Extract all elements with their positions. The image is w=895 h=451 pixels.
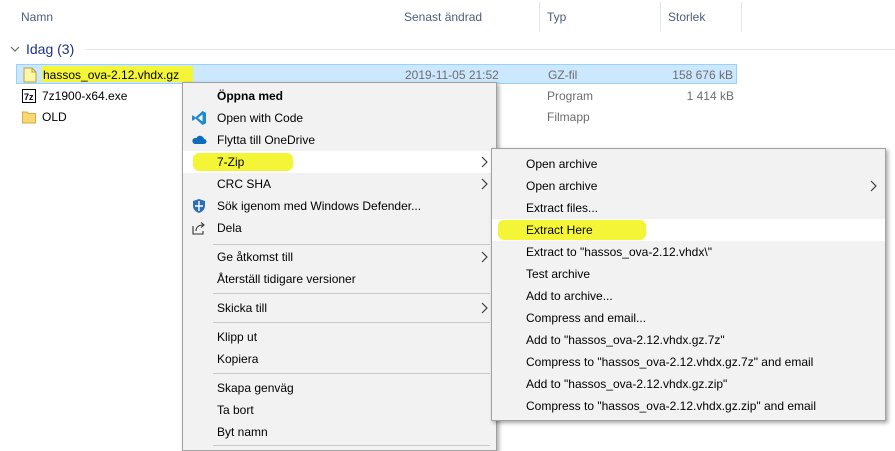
menu-item-label: Kopiera	[217, 352, 259, 366]
submenu-item-add-to-zip[interactable]: Add to "hassos_ova-2.12.vhdx.gz.zip"	[492, 373, 885, 395]
menu-item-7zip[interactable]: 7-Zip	[183, 151, 496, 173]
menu-item-label: Extract to "hassos_ova-2.12.vhdx\"	[526, 245, 712, 259]
menu-separator	[213, 373, 490, 374]
group-header-today[interactable]: Idag (3)	[8, 40, 74, 58]
column-date-modified[interactable]: Senast ändrad	[404, 10, 482, 24]
menu-item-label: Byt namn	[217, 425, 268, 439]
column-header: Namn Senast ändrad Typ Storlek	[0, 0, 895, 34]
submenu-item-extract-files[interactable]: Extract files...	[492, 197, 885, 219]
menu-item-label: Sök igenom med Windows Defender...	[217, 199, 422, 213]
file-size: 1 414 kB	[686, 89, 734, 103]
menu-item-label: Flytta till OneDrive	[217, 133, 316, 147]
menu-separator	[213, 445, 490, 446]
submenu-item-compress-7z-email[interactable]: Compress to "hassos_ova-2.12.vhdx.gz.7z"…	[492, 351, 885, 373]
menu-item-open-with-code[interactable]: Open with Code	[183, 107, 496, 129]
menu-item-label: Add to archive...	[526, 289, 613, 303]
menu-item-label: 7-Zip	[217, 155, 245, 169]
menu-item-rename[interactable]: Byt namn	[183, 421, 496, 443]
onedrive-cloud-icon	[192, 135, 207, 144]
folder-icon	[22, 111, 36, 124]
menu-item-label: Skapa genväg	[217, 381, 294, 395]
file-type: Program	[547, 89, 594, 103]
group-divider	[85, 49, 895, 50]
gz-file-icon	[23, 67, 37, 83]
share-icon	[192, 222, 205, 235]
menu-separator	[213, 322, 490, 323]
submenu-item-compress-and-email[interactable]: Compress and email...	[492, 307, 885, 329]
menu-item-create-shortcut[interactable]: Skapa genväg	[183, 377, 496, 399]
7zip-exe-icon: 7z	[22, 89, 36, 103]
column-type[interactable]: Typ	[547, 10, 566, 24]
svg-text:7z: 7z	[24, 92, 34, 102]
chevron-right-icon	[870, 180, 877, 192]
menu-item-label: Compress and email...	[526, 311, 647, 325]
chevron-right-icon	[481, 302, 488, 314]
menu-item-label: Compress to "hassos_ova-2.12.vhdx.gz.7z"…	[526, 355, 814, 369]
file-name: hassos_ova-2.12.vhdx.gz	[43, 68, 180, 82]
menu-item-label: Add to "hassos_ova-2.12.vhdx.gz.7z"	[526, 333, 725, 347]
menu-item-label: Open archive	[526, 157, 598, 171]
file-row-hassos[interactable]: hassos_ova-2.12.vhdx.gz 2019-11-05 21:52…	[16, 64, 737, 84]
menu-item-label: Add to "hassos_ova-2.12.vhdx.gz.zip"	[526, 377, 728, 391]
menu-item-label: Test archive	[526, 267, 591, 281]
menu-item-send-to[interactable]: Skicka till	[183, 297, 496, 319]
menu-item-label: Compress to "hassos_ova-2.12.vhdx.gz.zip…	[526, 399, 816, 413]
column-separator[interactable]	[741, 2, 742, 32]
chevron-right-icon	[481, 251, 488, 263]
menu-item-cut[interactable]: Klipp ut	[183, 326, 496, 348]
submenu-item-add-to-7z[interactable]: Add to "hassos_ova-2.12.vhdx.gz.7z"	[492, 329, 885, 351]
menu-item-label: Open with Code	[217, 111, 304, 125]
windows-defender-icon	[193, 199, 205, 213]
menu-item-label: Öppna med	[217, 89, 284, 103]
submenu-item-compress-zip-email[interactable]: Compress to "hassos_ova-2.12.vhdx.gz.zip…	[492, 395, 885, 417]
menu-separator	[213, 293, 490, 294]
file-size: 158 676 kB	[672, 68, 733, 82]
chevron-down-icon	[10, 46, 20, 52]
column-separator[interactable]	[660, 2, 661, 32]
file-name: 7z1900-x64.exe	[42, 89, 128, 103]
menu-separator	[213, 244, 490, 245]
menu-item-share[interactable]: Dela	[183, 217, 496, 239]
menu-item-label: Extract files...	[526, 201, 599, 215]
submenu-item-extract-to-folder[interactable]: Extract to "hassos_ova-2.12.vhdx\"	[492, 241, 885, 263]
menu-item-copy[interactable]: Kopiera	[183, 348, 496, 370]
submenu-item-open-archive-more[interactable]: Open archive	[492, 175, 885, 197]
vscode-icon	[192, 111, 206, 125]
menu-item-label: Dela	[217, 221, 242, 235]
file-type: GZ-fil	[548, 68, 578, 82]
context-menu: Öppna med Open with Code Flytta till One…	[182, 82, 497, 451]
submenu-item-extract-here[interactable]: Extract Here	[492, 219, 885, 241]
menu-item-label: Klipp ut	[217, 330, 258, 344]
menu-item-label: Extract Here	[526, 223, 593, 237]
column-size[interactable]: Storlek	[668, 10, 705, 24]
submenu-item-test-archive[interactable]: Test archive	[492, 263, 885, 285]
column-name[interactable]: Namn	[21, 10, 53, 24]
submenu-item-open-archive[interactable]: Open archive	[492, 153, 885, 175]
column-separator[interactable]	[539, 2, 540, 32]
menu-item-open-with[interactable]: Öppna med	[183, 85, 496, 107]
file-name: OLD	[42, 110, 67, 124]
menu-item-move-to-onedrive[interactable]: Flytta till OneDrive	[183, 129, 496, 151]
chevron-right-icon	[481, 178, 488, 190]
menu-item-label: Ge åtkomst till	[217, 250, 294, 264]
menu-item-crc-sha[interactable]: CRC SHA	[183, 173, 496, 195]
menu-item-label: CRC SHA	[217, 177, 272, 191]
menu-item-give-access[interactable]: Ge åtkomst till	[183, 246, 496, 268]
menu-item-label: Återställ tidigare versioner	[217, 272, 356, 286]
menu-item-label: Skicka till	[217, 301, 268, 315]
file-date: 2019-11-05 21:52	[405, 68, 499, 82]
group-label: Idag (3)	[26, 41, 75, 57]
menu-item-label: Open archive	[526, 179, 598, 193]
menu-item-restore-previous-versions[interactable]: Återställ tidigare versioner	[183, 268, 496, 290]
sevenzip-submenu: Open archive Open archive Extract files.…	[491, 148, 886, 421]
file-type: Filmapp	[547, 110, 590, 124]
menu-item-delete[interactable]: Ta bort	[183, 399, 496, 421]
submenu-item-add-to-archive[interactable]: Add to archive...	[492, 285, 885, 307]
menu-item-label: Ta bort	[217, 403, 254, 417]
menu-item-windows-defender-scan[interactable]: Sök igenom med Windows Defender...	[183, 195, 496, 217]
chevron-right-icon	[481, 156, 488, 168]
